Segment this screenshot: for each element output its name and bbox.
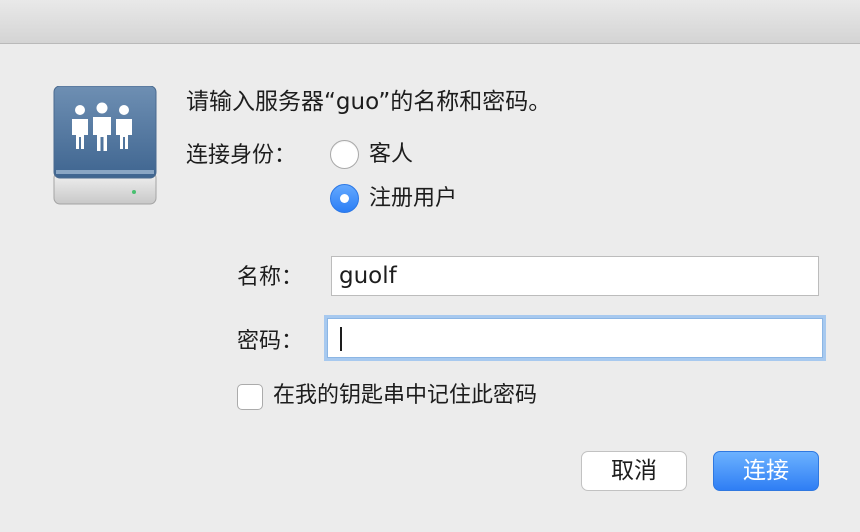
remember-password-label[interactable]: 在我的钥匙串中记住此密码	[273, 381, 537, 411]
network-server-icon	[50, 85, 158, 206]
connect-button[interactable]: 连接	[713, 451, 819, 491]
name-field[interactable]: guolf	[331, 256, 819, 296]
radio-guest[interactable]	[330, 140, 359, 169]
radio-guest-label[interactable]: 客人	[369, 140, 413, 170]
radio-selected-dot	[340, 194, 349, 203]
password-label: 密码：	[237, 329, 304, 354]
text-caret	[340, 327, 342, 351]
name-label: 名称：	[237, 265, 304, 290]
remember-password-checkbox[interactable]	[237, 384, 263, 410]
dialog-prompt: 请输入服务器“guo”的名称和密码。	[186, 89, 552, 115]
window-titlebar[interactable]	[0, 0, 860, 44]
cancel-button[interactable]: 取消	[581, 451, 687, 491]
radio-registered-user[interactable]	[330, 184, 359, 213]
radio-registered-user-label[interactable]: 注册用户	[369, 184, 457, 214]
connect-as-label: 连接身份：	[186, 143, 297, 168]
password-field[interactable]	[327, 318, 823, 358]
